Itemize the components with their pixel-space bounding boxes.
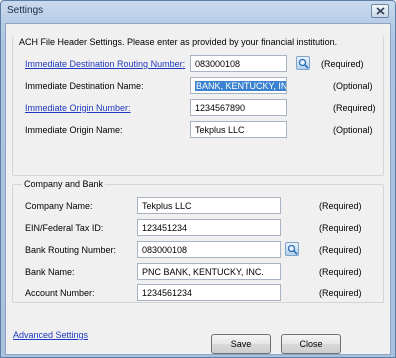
ein-label: EIN/Federal Tax ID: xyxy=(25,223,104,233)
bank-name-input[interactable]: PNC BANK, KENTUCKY, INC. xyxy=(137,263,281,280)
required-note: (Required) xyxy=(321,59,364,69)
company-name-row: Company Name: Tekplus LLC (Required) xyxy=(13,197,383,215)
account-number-input[interactable]: 1234561234 xyxy=(137,284,281,301)
magnifier-lookup-icon xyxy=(287,244,298,255)
company-name-input[interactable]: Tekplus LLC xyxy=(137,197,281,214)
bank-routing-input[interactable]: 083000108 xyxy=(137,241,281,258)
immediate-origin-number-input[interactable]: 1234567890 xyxy=(190,99,287,116)
company-group-heading: Company and Bank xyxy=(22,179,106,189)
ein-row: EIN/Federal Tax ID: 123451234 (Required) xyxy=(13,219,383,237)
bank-routing-row: Bank Routing Number: 083000108 (Required… xyxy=(13,241,383,259)
required-note: (Required) xyxy=(319,245,362,255)
immediate-destination-name-input[interactable]: BANK, KENTUCKY, INC xyxy=(190,77,287,94)
save-button[interactable]: Save xyxy=(211,334,271,354)
close-icon xyxy=(376,7,385,15)
ein-input[interactable]: 123451234 xyxy=(137,219,281,236)
advanced-settings-link[interactable]: Advanced Settings xyxy=(13,330,88,340)
bank-name-label: Bank Name: xyxy=(25,267,75,277)
required-note: (Required) xyxy=(333,103,376,113)
close-button[interactable]: Close xyxy=(281,334,341,354)
optional-note: (Optional) xyxy=(333,125,373,135)
bank-routing-label: Bank Routing Number: xyxy=(25,245,117,255)
immediate-destination-name-label: Immediate Destination Name: xyxy=(25,81,144,91)
ach-group-heading: ACH File Header Settings. Please enter a… xyxy=(17,37,340,47)
immediate-origin-number-link[interactable]: Immediate Origin Number: xyxy=(25,103,131,113)
magnifier-lookup-icon xyxy=(298,58,309,69)
immediate-origin-number-row: Immediate Origin Number: 1234567890 (Req… xyxy=(13,99,383,117)
required-note: (Required) xyxy=(319,223,362,233)
immediate-origin-name-label: Immediate Origin Name: xyxy=(25,125,123,135)
bank-routing-lookup-button[interactable] xyxy=(285,242,299,256)
company-name-label: Company Name: xyxy=(25,201,93,211)
immediate-origin-name-input[interactable]: Tekplus LLC xyxy=(190,121,287,138)
window-close-button[interactable] xyxy=(371,4,389,18)
immediate-destination-routing-input[interactable]: 083000108 xyxy=(190,55,287,72)
immediate-destination-name-row: Immediate Destination Name: BANK, KENTUC… xyxy=(13,77,383,95)
required-note: (Required) xyxy=(319,288,362,298)
destination-routing-lookup-button[interactable] xyxy=(296,56,310,70)
required-note: (Required) xyxy=(319,201,362,211)
account-number-row: Account Number: 1234561234 (Required) xyxy=(13,284,383,302)
ach-header-group: ACH File Header Settings. Please enter a… xyxy=(12,36,384,176)
account-number-label: Account Number: xyxy=(25,288,95,298)
immediate-origin-name-row: Immediate Origin Name: Tekplus LLC (Opti… xyxy=(13,121,383,139)
required-note: (Required) xyxy=(319,267,362,277)
dialog-body: ACH File Header Settings. Please enter a… xyxy=(5,23,391,355)
title-bar: Settings xyxy=(1,1,395,23)
window-title: Settings xyxy=(7,5,44,16)
immediate-destination-routing-row: Immediate Destination Routing Number: 08… xyxy=(13,55,383,73)
company-bank-group: Company and Bank Company Name: Tekplus L… xyxy=(12,179,384,303)
optional-note: (Optional) xyxy=(333,81,373,91)
settings-dialog: Settings ACH File Header Settings. Pleas… xyxy=(0,0,396,358)
immediate-destination-routing-link[interactable]: Immediate Destination Routing Number: xyxy=(25,59,185,69)
bank-name-row: Bank Name: PNC BANK, KENTUCKY, INC. (Req… xyxy=(13,263,383,281)
